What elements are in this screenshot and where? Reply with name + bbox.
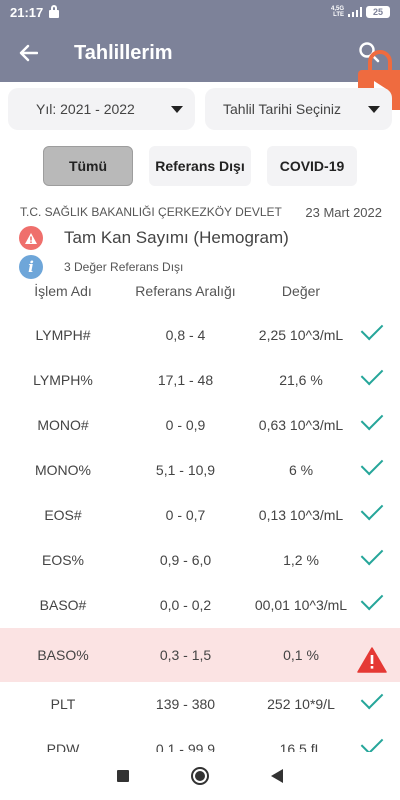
info-row: i 3 Değer Referans Dışı [19, 255, 183, 279]
arrow-left-icon [19, 44, 38, 62]
year-select-value: Yıl: 2021 - 2022 [36, 101, 135, 117]
tab-all[interactable]: Tümü [43, 146, 133, 186]
row-value: 00,01 10^3/mL [254, 597, 348, 613]
table-row[interactable]: LYMPH# 0,8 - 4 2,25 10^3/mL [0, 313, 400, 358]
table-row[interactable]: EOS# 0 - 0,7 0,13 10^3/mL [0, 493, 400, 538]
row-name: BASO# [39, 597, 87, 613]
status-cell [350, 731, 394, 755]
status-cell [350, 497, 394, 521]
warning-icon [19, 226, 43, 250]
battery-icon: 25 [366, 6, 390, 18]
table-row[interactable]: MONO% 5,1 - 10,9 6 % [0, 448, 400, 493]
header-range: Referans Aralığı [135, 283, 236, 299]
row-name: MONO# [37, 417, 89, 433]
status-cell [350, 647, 394, 673]
row-range: 5,1 - 10,9 [155, 462, 216, 478]
status-time: 21:17 [10, 4, 44, 20]
row-name: MONO% [35, 462, 91, 478]
out-of-range-summary: 3 Değer Referans Dışı [64, 260, 184, 274]
test-date-select[interactable]: Tahlil Tarihi Seçiniz [205, 88, 392, 130]
status-icons: 4,5G LTE 25 [331, 6, 390, 18]
table-row-out-of-range[interactable]: BASO% 0,3 - 1,5 0,1 % [0, 628, 400, 682]
row-range: 0,9 - 6,0 [159, 552, 212, 568]
row-range: 0 - 0,7 [165, 507, 206, 523]
check-icon [360, 452, 384, 476]
recent-apps-button[interactable] [117, 770, 129, 782]
test-date-select-value: Tahlil Tarihi Seçiniz [223, 101, 342, 117]
test-name: Tam Kan Sayımı (Hemogram) [64, 228, 289, 247]
row-value: 0,13 10^3/mL [258, 507, 344, 523]
system-back-button[interactable] [271, 769, 283, 783]
info-icon: i [19, 255, 43, 279]
table-header: İşlem Adı Referans Aralığı Değer [0, 283, 400, 303]
results-table: LYMPH# 0,8 - 4 2,25 10^3/mL LYMPH% 17,1 … [0, 313, 400, 772]
chevron-down-icon [368, 106, 380, 113]
status-cell [350, 407, 394, 431]
row-value: 252 10*9/L [267, 696, 335, 712]
check-icon [360, 587, 384, 611]
status-cell [350, 686, 394, 710]
check-icon [360, 686, 384, 710]
row-name: LYMPH# [35, 327, 91, 343]
network-sub: LTE [333, 12, 344, 18]
check-icon [360, 542, 384, 566]
row-range: 17,1 - 48 [157, 372, 214, 388]
row-range: 139 - 380 [155, 696, 216, 712]
tab-covid-19[interactable]: COVID-19 [267, 146, 357, 186]
year-select[interactable]: Yıl: 2021 - 2022 [8, 88, 195, 130]
header-value: Değer [281, 283, 321, 299]
system-nav-bar [0, 752, 400, 800]
filter-tabs: Tümü Referans Dışı COVID-19 [43, 146, 357, 186]
status-cell [350, 317, 394, 341]
back-button[interactable] [0, 24, 56, 82]
check-icon [360, 362, 384, 386]
check-icon [360, 407, 384, 431]
page-title: Tahlillerim [74, 41, 173, 64]
row-value: 2,25 10^3/mL [258, 327, 344, 343]
status-cell [350, 587, 394, 611]
row-value: 1,2 % [283, 552, 319, 568]
row-range: 0,3 - 1,5 [159, 647, 212, 663]
signal-icon [348, 7, 362, 17]
network-indicator: 4,5G LTE [331, 6, 344, 18]
row-range: 0,8 - 4 [165, 327, 206, 343]
hospital-name: T.C. SAĞLIK BAKANLIĞI ÇERKEZKÖY DEVLET [20, 205, 282, 219]
table-row[interactable]: LYMPH% 17,1 - 48 21,6 % [0, 358, 400, 403]
check-icon [360, 731, 384, 755]
row-name: BASO% [37, 647, 89, 663]
result-date: 23 Mart 2022 [305, 205, 382, 220]
row-value: 0,1 % [283, 647, 319, 663]
status-cell [350, 452, 394, 476]
row-name: EOS# [44, 507, 82, 523]
tab-out-of-reference[interactable]: Referans Dışı [149, 146, 251, 186]
lock-icon [49, 4, 60, 18]
warning-triangle-icon [357, 647, 387, 673]
home-button[interactable] [191, 767, 209, 785]
row-range: 0 - 0,9 [165, 417, 206, 433]
result-header: T.C. SAĞLIK BAKANLIĞI ÇERKEZKÖY DEVLET 2… [20, 205, 382, 220]
status-cell [350, 542, 394, 566]
check-icon [360, 497, 384, 521]
status-cell [350, 362, 394, 386]
test-title-row[interactable]: Tam Kan Sayımı (Hemogram) [19, 226, 289, 250]
row-value: 21,6 % [279, 372, 323, 388]
chevron-down-icon [171, 106, 183, 113]
row-range: 0,0 - 0,2 [159, 597, 212, 613]
row-name: LYMPH% [33, 372, 93, 388]
table-row[interactable]: PLT 139 - 380 252 10*9/L [0, 682, 400, 727]
filter-row: Yıl: 2021 - 2022 Tahlil Tarihi Seçiniz [8, 88, 392, 130]
table-row[interactable]: MONO# 0 - 0,9 0,63 10^3/mL [0, 403, 400, 448]
row-value: 6 % [288, 462, 314, 478]
status-bar: 21:17 4,5G LTE 25 [0, 0, 400, 24]
app-bar: Tahlillerim [0, 24, 400, 82]
header-name: İşlem Adı [34, 283, 92, 299]
row-name: PLT [50, 696, 76, 712]
table-row[interactable]: BASO# 0,0 - 0,2 00,01 10^3/mL [0, 583, 400, 628]
table-row[interactable]: EOS% 0,9 - 6,0 1,2 % [0, 538, 400, 583]
row-value: 0,63 10^3/mL [258, 417, 344, 433]
check-icon [360, 317, 384, 341]
row-name: EOS% [41, 552, 84, 568]
